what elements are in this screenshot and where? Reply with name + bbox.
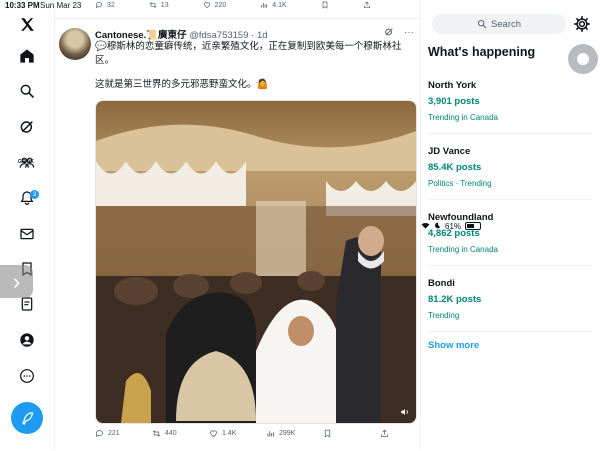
views-icon — [261, 3, 268, 8]
search-bar[interactable]: Search — [432, 14, 566, 34]
prev-reply-button[interactable]: 32 — [95, 1, 115, 9]
trend-divider — [428, 265, 593, 266]
tweet-header: Cantonese.📜廣東仔 @fdsa753159 · 1d — [95, 27, 268, 41]
bookmark-icon — [322, 1, 328, 9]
assistive-touch-button[interactable] — [568, 44, 598, 74]
search-icon — [477, 19, 487, 29]
trend-name: JD Vance — [428, 146, 471, 157]
previous-post-actions: 32 13 220 4.1K — [95, 1, 371, 9]
whats-happening-title: What's happening — [428, 45, 536, 59]
prev-repost-button[interactable]: 13 — [149, 1, 169, 9]
reply-count: 221 — [108, 430, 120, 437]
reply-icon — [95, 2, 102, 9]
tweet-text-line-2: 这就是第三世界的多元邪恶野蛮文化。🤷 — [95, 79, 269, 90]
search-icon[interactable] — [15, 79, 39, 103]
trend-name: North York — [428, 80, 477, 91]
views-count: 299K — [279, 430, 296, 437]
heart-icon — [210, 430, 217, 437]
share-icon — [381, 429, 388, 437]
trend-context: Trending — [428, 311, 460, 320]
trend-post-count: 4,862 posts — [428, 228, 480, 239]
bookmark-button[interactable] — [323, 429, 380, 438]
reply-icon — [95, 430, 103, 438]
trend-divider — [428, 133, 593, 134]
like-button[interactable]: 1.4K — [209, 429, 266, 438]
more-options-icon[interactable]: ··· — [404, 27, 414, 40]
prev-views-count: 4.1K — [272, 1, 287, 9]
prev-like-button[interactable]: 220 — [203, 1, 227, 9]
trend-context: Trending in Canada — [428, 245, 498, 254]
notification-badge: 3 — [30, 190, 39, 199]
trend-context: Trending in Canada — [428, 113, 498, 122]
trend-context: Politics · Trending — [428, 179, 492, 188]
repost-count: 440 — [165, 430, 177, 437]
prev-reply-count: 32 — [107, 1, 115, 9]
prev-like-count: 220 — [214, 1, 227, 9]
timeline: 32 13 220 4.1K Cantonese.📜廣東仔 @fdsa75315… — [55, 0, 421, 450]
trend-item[interactable]: North York 3,901 posts Trending in Canad… — [428, 80, 593, 122]
prev-views-button[interactable]: 4.1K — [260, 1, 287, 9]
mute-speaker-icon[interactable] — [400, 407, 410, 417]
communities-icon[interactable] — [15, 151, 39, 175]
trend-item[interactable]: Bondi 81.2K posts Trending — [428, 278, 593, 320]
tweet-text-line-1: 💬穆斯林的恋童癖传统，近亲繁殖文化，正在复制到欧美每一个穆斯林社区。 — [95, 41, 402, 66]
trend-divider — [428, 331, 593, 332]
trend-name: Newfoundland — [428, 212, 494, 223]
tweet-video[interactable] — [95, 100, 417, 424]
mail-icon[interactable] — [15, 222, 39, 246]
compose-button[interactable] — [11, 402, 43, 434]
views-button[interactable]: 299K — [266, 429, 323, 438]
repost-icon — [149, 2, 157, 8]
right-column: Search What's happening North York 3,901… — [421, 0, 600, 450]
trend-item[interactable]: JD Vance 85.4K posts Politics · Trending — [428, 146, 593, 188]
home-icon[interactable] — [15, 44, 39, 68]
repost-icon — [152, 430, 161, 437]
bookmark-icon — [324, 429, 331, 438]
show-more-link[interactable]: Show more — [428, 340, 479, 351]
x-logo-icon[interactable] — [15, 12, 39, 36]
repost-button[interactable]: 440 — [152, 429, 209, 438]
trend-name: Bondi — [428, 278, 455, 289]
trend-item[interactable]: Newfoundland 4,862 posts Trending in Can… — [428, 212, 593, 254]
video-frame-image — [96, 101, 416, 423]
more-icon[interactable] — [15, 364, 39, 388]
author-avatar[interactable] — [59, 28, 91, 60]
profile-icon[interactable] — [15, 328, 39, 352]
trend-divider — [428, 199, 593, 200]
views-icon — [267, 431, 274, 437]
post-divider — [55, 18, 420, 19]
prev-bookmark-button[interactable] — [321, 1, 329, 9]
prev-repost-count: 13 — [160, 1, 169, 9]
reply-button[interactable]: 221 — [95, 429, 152, 438]
prev-share-button[interactable] — [363, 1, 371, 9]
grok-icon[interactable] — [15, 115, 39, 139]
sidebar-toggle-button[interactable]: › — [0, 265, 33, 298]
tweet-actions: 221 440 1.4K 299K — [95, 429, 400, 438]
grok-analyze-icon[interactable] — [384, 27, 394, 40]
gear-icon[interactable] — [573, 15, 591, 33]
tweet-header-icons: ··· — [384, 27, 414, 40]
share-icon — [363, 1, 370, 8]
trend-post-count: 3,901 posts — [428, 96, 480, 107]
trend-post-count: 81.2K posts — [428, 294, 482, 305]
feather-icon — [21, 411, 33, 425]
share-button[interactable] — [380, 429, 400, 438]
tweet-text: 💬穆斯林的恋童癖传统，近亲繁殖文化，正在复制到欧美每一个穆斯林社区。 这就是第三… — [95, 40, 413, 103]
chevron-right-icon: › — [12, 268, 21, 294]
trend-post-count: 85.4K posts — [428, 162, 482, 173]
left-nav: GROK 3 — [0, 0, 55, 450]
heart-icon — [203, 2, 210, 9]
like-count: 1.4K — [222, 430, 237, 437]
search-placeholder: Search — [490, 18, 522, 30]
